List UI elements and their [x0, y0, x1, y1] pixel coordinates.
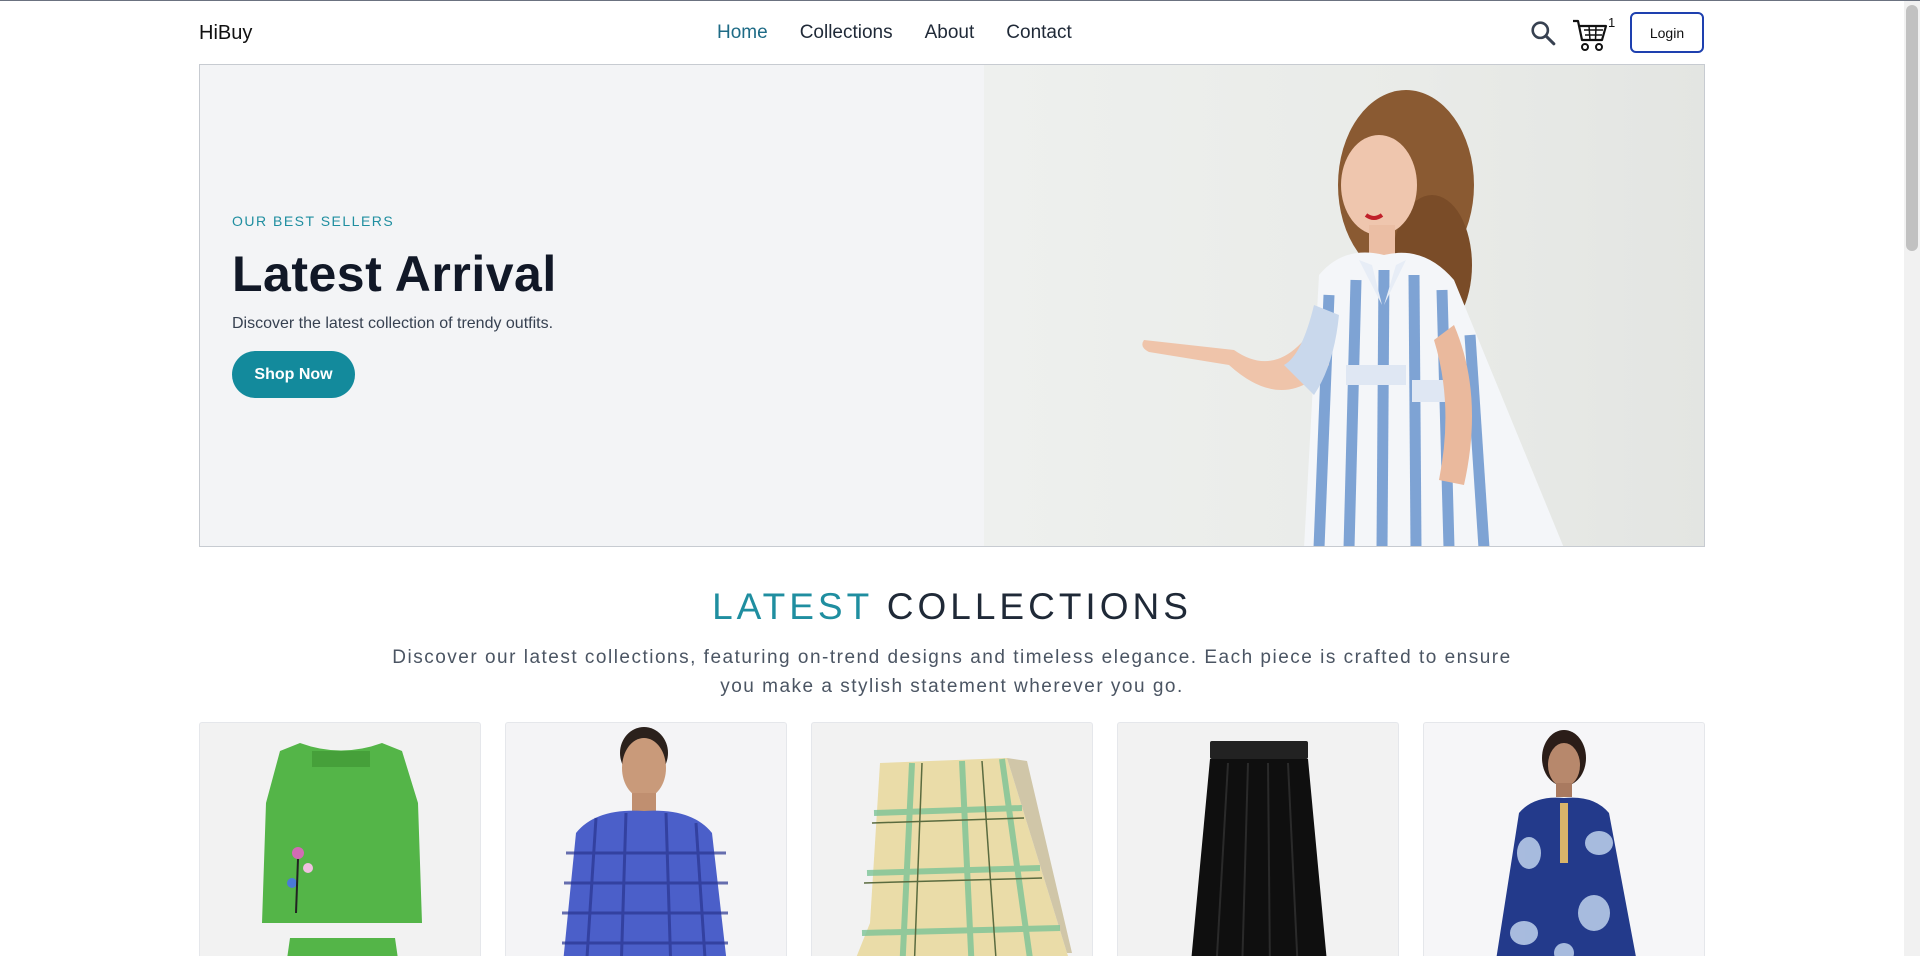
nav-item-collections[interactable]: Collections — [800, 22, 893, 44]
nav-item-contact[interactable]: Contact — [1006, 22, 1071, 44]
hero-model-image — [984, 65, 1704, 546]
navbar: HiBuy Home Collections About Contact 1 L… — [199, 1, 1705, 63]
collections-title-rest: COLLECTIONS — [886, 586, 1192, 627]
brand-logo[interactable]: HiBuy — [199, 22, 252, 45]
collections-description: Discover our latest collections, featuri… — [392, 647, 1512, 697]
hero-title: Latest Arrival — [232, 246, 557, 302]
model-illustration — [1142, 90, 1564, 546]
nav-links: Home Collections About Contact — [717, 22, 1072, 44]
product-image-plaid-lungi — [856, 758, 1072, 956]
hero-eyebrow: OUR BEST SELLERS — [232, 213, 395, 229]
hero-banner: OUR BEST SELLERS Latest Arrival Discover… — [199, 64, 1705, 547]
main-content: HiBuy Home Collections About Contact 1 L… — [199, 1, 1705, 956]
product-image-check-shirt — [562, 727, 728, 956]
product-card[interactable] — [1423, 722, 1705, 956]
page: HiBuy Home Collections About Contact 1 L… — [0, 0, 1920, 956]
nav-item-home[interactable]: Home — [717, 22, 768, 44]
login-button[interactable]: Login — [1630, 12, 1704, 53]
nav-item-about[interactable]: About — [925, 22, 975, 44]
search-icon[interactable] — [1530, 20, 1556, 46]
cart-icon[interactable] — [1572, 18, 1608, 52]
hero-text: OUR BEST SELLERS Latest Arrival Discover… — [232, 213, 557, 398]
product-card[interactable] — [505, 722, 787, 956]
product-card[interactable] — [811, 722, 1093, 956]
collections-title: LATEST COLLECTIONS — [199, 586, 1705, 628]
cart-count-badge: 1 — [1608, 15, 1616, 30]
collections-title-accent: LATEST — [712, 586, 873, 627]
hero-subtitle: Discover the latest collection of trendy… — [232, 315, 554, 332]
scrollbar-thumb[interactable] — [1906, 5, 1918, 251]
scrollbar[interactable] — [1904, 1, 1920, 956]
product-image-black-skirt — [1191, 741, 1327, 956]
product-image-blue-kurti — [1496, 730, 1636, 956]
product-image-green-outfit — [262, 743, 422, 956]
product-card[interactable] — [1117, 722, 1399, 956]
shop-now-button[interactable]: Shop Now — [232, 351, 355, 398]
product-card[interactable] — [199, 722, 481, 956]
product-grid — [199, 722, 1705, 956]
